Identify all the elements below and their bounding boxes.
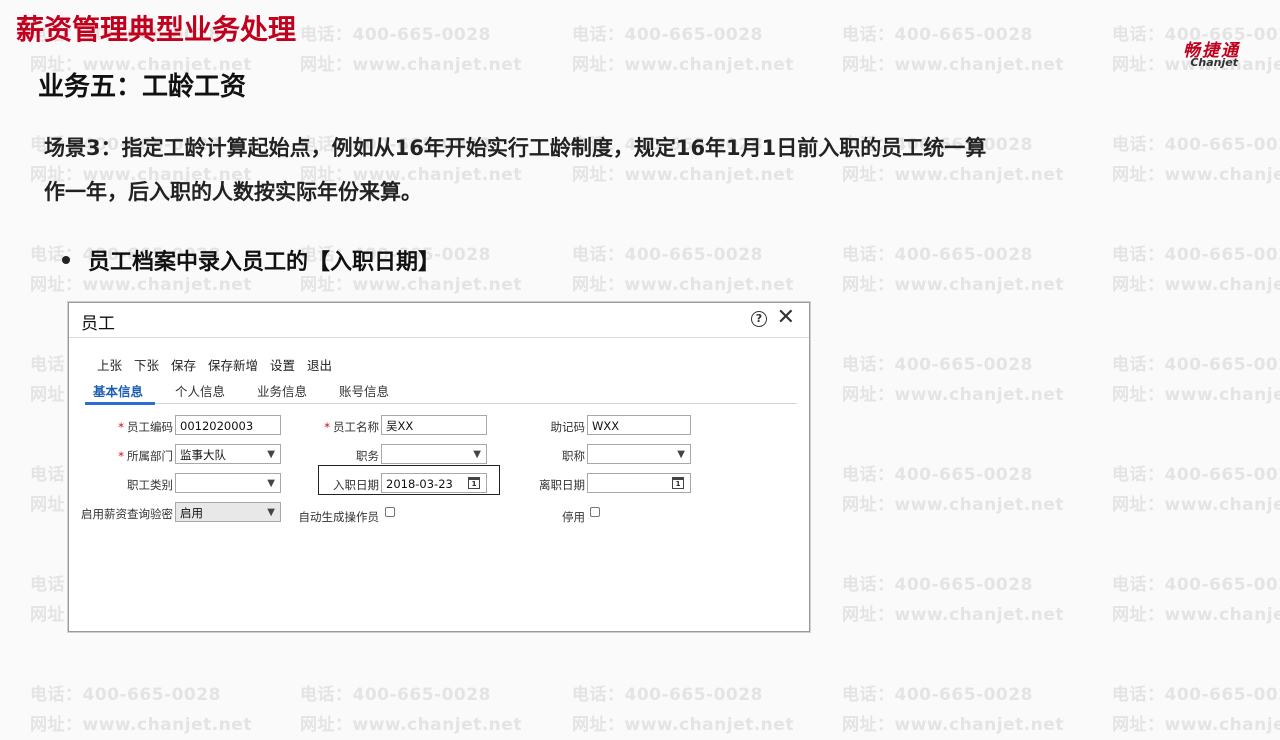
category-label: 职工类别 [127,478,173,492]
memo-code-input[interactable]: WXX [587,415,691,435]
section-subtitle: 业务五：工龄工资 [38,72,247,102]
dialog-toolbar: 上张 下张 保存 保存新增 设置 退出 [97,355,340,374]
hire-date-value: 2018-03-23 [386,477,453,491]
dept-label: * 所属部门 [118,449,173,463]
logo-en-text: Chanjet [1190,56,1238,69]
dialog-title: 员工 [81,314,115,334]
chevron-down-icon: ▼ [267,449,275,460]
salary-pwd-value: 启用 [180,506,203,520]
scene-line-2: 作一年，后入职的人数按实际年份来算。 [44,180,422,204]
tab-basic-info[interactable]: 基本信息 [93,381,143,400]
title-divider [69,337,809,338]
title-label: 职称 [562,449,585,463]
emp-name-label: * 员工名称 [324,420,379,434]
hire-date-label: 入职日期 [333,478,379,492]
scene-description: 场景3：指定工龄计算起始点，例如从16年开始实行工龄制度，规定16年1月1日前入… [44,126,1154,214]
salary-pwd-label: 启用薪资查询验密 [81,507,173,521]
auto-operator-label: 自动生成操作员 [298,510,380,524]
settings-button[interactable]: 设置 [270,358,295,373]
next-record-button[interactable]: 下张 [134,358,159,373]
scene-line-1: 场景3：指定工龄计算起始点，例如从16年开始实行工龄制度，规定16年1月1日前入… [44,136,987,160]
calendar-icon[interactable]: 1 [468,477,480,489]
disabled-checkbox[interactable] [590,507,600,517]
bullet-text: 员工档案中录入员工的【入职日期】 [88,250,441,275]
leave-date-input[interactable]: 1 [587,473,691,493]
tab-business-info[interactable]: 业务信息 [257,381,307,400]
chevron-down-icon: ▼ [677,449,685,460]
exit-button[interactable]: 退出 [307,358,332,373]
hire-date-input[interactable]: 2018-03-23 1 [381,473,487,493]
bullet-item: 员工档案中录入员工的【入职日期】 [62,244,440,276]
bullet-dot-icon [62,256,70,264]
duty-label: 职务 [356,449,379,463]
disabled-label: 停用 [562,510,585,524]
employee-dialog: 员工 ? ✕ 上张 下张 保存 保存新增 设置 退出 基本信息 个人信息 业务信… [68,302,810,632]
slide-title: 薪资管理典型业务处理 [16,13,297,46]
help-circle-icon[interactable]: ? [751,311,767,327]
title-select[interactable]: ▼ [587,444,691,464]
emp-code-input[interactable]: 0012020003 [175,415,281,435]
calendar-icon[interactable]: 1 [672,477,684,489]
active-tab-indicator [85,402,155,405]
auto-operator-checkbox[interactable] [385,507,395,517]
memo-code-label: 助记码 [550,420,586,434]
salary-pwd-select[interactable]: 启用 ▼ [175,502,281,522]
emp-name-input[interactable]: 吴XX [381,415,487,435]
save-button[interactable]: 保存 [171,358,196,373]
chanjet-logo: 畅捷通 Chanjet [1150,36,1250,72]
close-icon[interactable]: ✕ [777,305,795,331]
chevron-down-icon: ▼ [267,478,275,489]
dialog-tabs: 基本信息 个人信息 业务信息 账号信息 [85,379,797,405]
emp-code-label: * 员工编码 [118,420,173,434]
dept-value: 监事大队 [180,448,226,462]
chevron-down-icon: ▼ [267,507,275,518]
dept-select[interactable]: 监事大队 ▼ [175,444,281,464]
save-and-new-button[interactable]: 保存新增 [208,358,258,373]
chevron-down-icon: ▼ [473,449,481,460]
prev-record-button[interactable]: 上张 [97,358,122,373]
category-select[interactable]: ▼ [175,473,281,493]
tab-personal-info[interactable]: 个人信息 [175,381,225,400]
tab-account-info[interactable]: 账号信息 [339,381,389,400]
duty-select[interactable]: ▼ [381,444,487,464]
leave-date-label: 离职日期 [539,478,585,492]
